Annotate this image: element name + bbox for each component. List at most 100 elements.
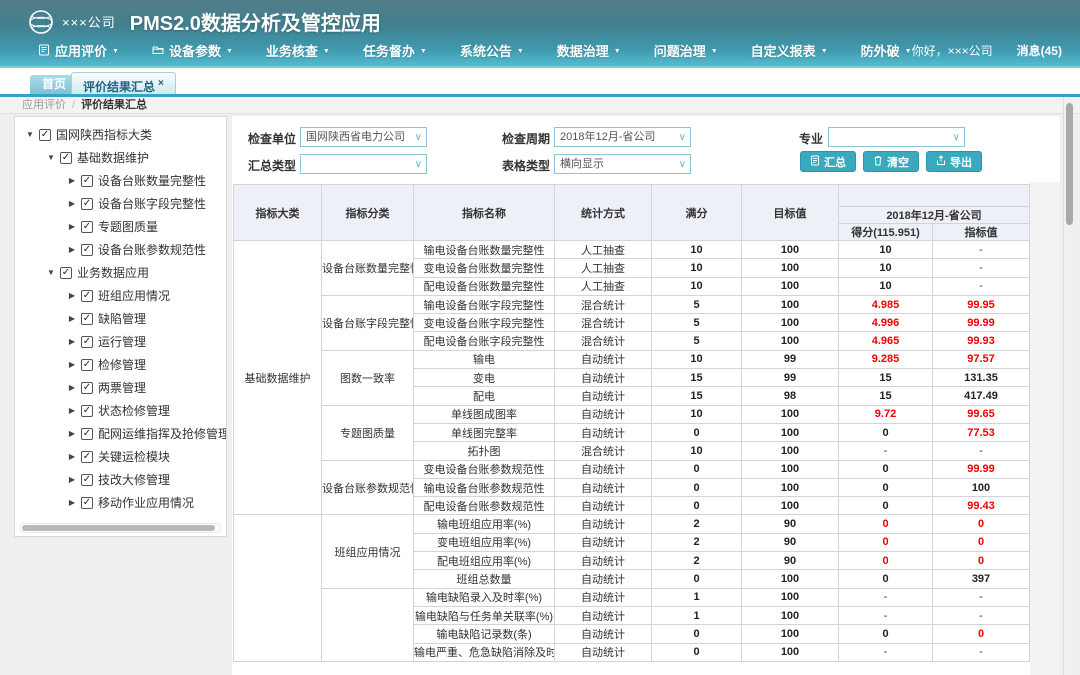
chevron-down-icon: ▼ [226, 48, 233, 55]
statistic-method-cell: 自动统计 [555, 350, 652, 368]
expand-icon[interactable]: ▶ [67, 314, 77, 323]
expand-icon[interactable]: ▶ [67, 360, 77, 369]
check-unit-select[interactable]: 国网陕西省电力公司 ∨ [300, 127, 427, 147]
checkbox[interactable]: ✓ [81, 497, 93, 509]
specialty-select[interactable]: ∨ [828, 127, 965, 147]
checkbox[interactable]: ✓ [81, 405, 93, 417]
nav-item-9[interactable]: 防外破▼ [861, 41, 912, 60]
indicator-name-cell: 变电班组应用率(%) [414, 533, 555, 551]
clear-button[interactable]: 清空 [863, 151, 919, 172]
tree-item-label: 两票管理 [98, 379, 146, 396]
target-value-cell: 100 [742, 277, 839, 295]
export-button[interactable]: 导出 [926, 151, 982, 172]
expand-icon[interactable]: ▶ [67, 406, 77, 415]
check-period-select[interactable]: 2018年12月-省公司 ∨ [554, 127, 691, 147]
tree-item[interactable]: ▶✓技改大修管理 [15, 468, 226, 491]
sidebar-horizontal-scrollbar[interactable] [19, 523, 222, 533]
nav-item-6[interactable]: 数据治理▼ [557, 41, 621, 60]
tree-item[interactable]: ▶✓关键运检模块 [15, 445, 226, 468]
expand-icon[interactable]: ▶ [67, 429, 77, 438]
tree-item[interactable]: ▼✓业务数据应用 [15, 261, 226, 284]
collapse-icon[interactable]: ▼ [46, 153, 56, 162]
close-icon[interactable]: × [158, 78, 164, 89]
expand-icon[interactable]: ▶ [67, 337, 77, 346]
expand-icon[interactable]: ▶ [67, 383, 77, 392]
checkbox[interactable]: ✓ [81, 382, 93, 394]
checkbox[interactable]: ✓ [81, 474, 93, 486]
header-statistic-method: 统计方式 [555, 185, 652, 241]
indicator-name-cell: 变电设备台账字段完整性 [414, 314, 555, 332]
tree-item[interactable]: ▼✓基础数据维护 [15, 146, 226, 169]
tree-item[interactable]: ▶✓专题图质量 [15, 215, 226, 238]
user-utility-bar: 你好，×××公司 消息(45) 密码 退出 [912, 42, 1080, 59]
results-table-wrap: 指标大类 指标分类 指标名称 统计方式 满分 目标值 2018年12月-省公司 … [233, 184, 1030, 662]
nav-item-8[interactable]: 自定义报表▼ [751, 41, 828, 60]
nav-item-2[interactable]: 设备参数▼ [152, 41, 233, 60]
tree-item[interactable]: ▶✓检修管理 [15, 353, 226, 376]
collapse-icon[interactable]: ▼ [25, 130, 35, 139]
nav-item-label: 问题治理 [654, 41, 706, 60]
expand-icon[interactable]: ▶ [67, 245, 77, 254]
checkbox[interactable]: ✓ [81, 221, 93, 233]
page-title: PMS2.0数据分析及管控应用 [130, 7, 381, 36]
statistic-method-cell: 人工抽查 [555, 259, 652, 277]
tree-item[interactable]: ▶✓设备台账数量完整性 [15, 169, 226, 192]
messages-link[interactable]: 消息(45) [1017, 42, 1062, 59]
nav-item-7[interactable]: 问题治理▼ [654, 41, 718, 60]
page-vertical-scrollbar[interactable] [1063, 97, 1074, 675]
score-cell: 9.285 [839, 350, 933, 368]
collapse-icon[interactable]: ▼ [46, 268, 56, 277]
checkbox[interactable]: ✓ [81, 359, 93, 371]
nav-item-4[interactable]: 任务督办▼ [363, 41, 427, 60]
checkbox[interactable]: ✓ [81, 313, 93, 325]
checkbox[interactable]: ✓ [81, 198, 93, 210]
indicator-name-cell: 单线图成图率 [414, 405, 555, 423]
statistic-method-cell: 自动统计 [555, 423, 652, 441]
tab-evaluation-summary[interactable]: 评价结果汇总× [71, 72, 176, 94]
expand-icon[interactable]: ▶ [67, 452, 77, 461]
indicator-value-cell: 0 [933, 515, 1030, 533]
tree-item[interactable]: ▶✓状态检修管理 [15, 399, 226, 422]
checkbox[interactable]: ✓ [81, 244, 93, 256]
expand-icon[interactable]: ▶ [67, 498, 77, 507]
indicator-value-cell: - [933, 277, 1030, 295]
checkbox[interactable]: ✓ [60, 152, 72, 164]
tree-item[interactable]: ▶✓缺陷管理 [15, 307, 226, 330]
checkbox[interactable]: ✓ [81, 175, 93, 187]
tree-item[interactable]: ▶✓班组应用情况 [15, 284, 226, 307]
table-type-value: 横向显示 [560, 158, 604, 170]
nav-item-3[interactable]: 业务核查▼ [266, 41, 330, 60]
table-header: 指标大类 指标分类 指标名称 统计方式 满分 目标值 2018年12月-省公司 … [234, 185, 1030, 241]
tree-item[interactable]: ▶ ✓ 运行管理 [15, 330, 226, 353]
tree-item[interactable]: ▶✓移动作业应用情况 [15, 491, 226, 514]
tree-item[interactable]: ▶✓配网运维指挥及抢修管理 [15, 422, 226, 445]
checkbox[interactable]: ✓ [39, 129, 51, 141]
nav-item-5[interactable]: 系统公告▼ [460, 41, 524, 60]
tree-item[interactable]: ▼✓国网陕西指标大类 [15, 123, 226, 146]
expand-icon[interactable]: ▶ [67, 475, 77, 484]
breadcrumb-section[interactable]: 应用评价 [22, 99, 66, 111]
table-type-select[interactable]: 横向显示 ∨ [554, 154, 691, 174]
checkbox[interactable]: ✓ [81, 428, 93, 440]
summarize-button[interactable]: 汇总 [800, 151, 856, 172]
expand-icon[interactable]: ▶ [67, 291, 77, 300]
scrollbar-thumb[interactable] [1066, 103, 1073, 225]
summary-type-select[interactable]: ∨ [300, 154, 427, 174]
target-value-cell: 100 [742, 606, 839, 624]
checkbox[interactable]: ✓ [81, 290, 93, 302]
tree-item[interactable]: ▶ ✓ 两票管理 [15, 376, 226, 399]
expand-icon[interactable]: ▶ [67, 222, 77, 231]
checkbox[interactable]: ✓ [81, 451, 93, 463]
tree-item[interactable]: ▶✓设备台账字段完整性 [15, 192, 226, 215]
checkbox[interactable]: ✓ [81, 336, 93, 348]
expand-icon[interactable]: ▶ [67, 199, 77, 208]
results-table: 指标大类 指标分类 指标名称 统计方式 满分 目标值 2018年12月-省公司 … [233, 184, 1030, 662]
full-score-cell: 10 [652, 350, 742, 368]
checkbox[interactable]: ✓ [60, 267, 72, 279]
tree-item[interactable]: ▶✓设备台账参数规范性 [15, 238, 226, 261]
expand-icon[interactable]: ▶ [67, 176, 77, 185]
chevron-down-icon: ▼ [112, 48, 119, 55]
tree-item-label: 运行管理 [98, 333, 146, 350]
nav-item-1[interactable]: 应用评价▼ [38, 41, 119, 60]
scrollbar-thumb[interactable] [22, 525, 215, 531]
